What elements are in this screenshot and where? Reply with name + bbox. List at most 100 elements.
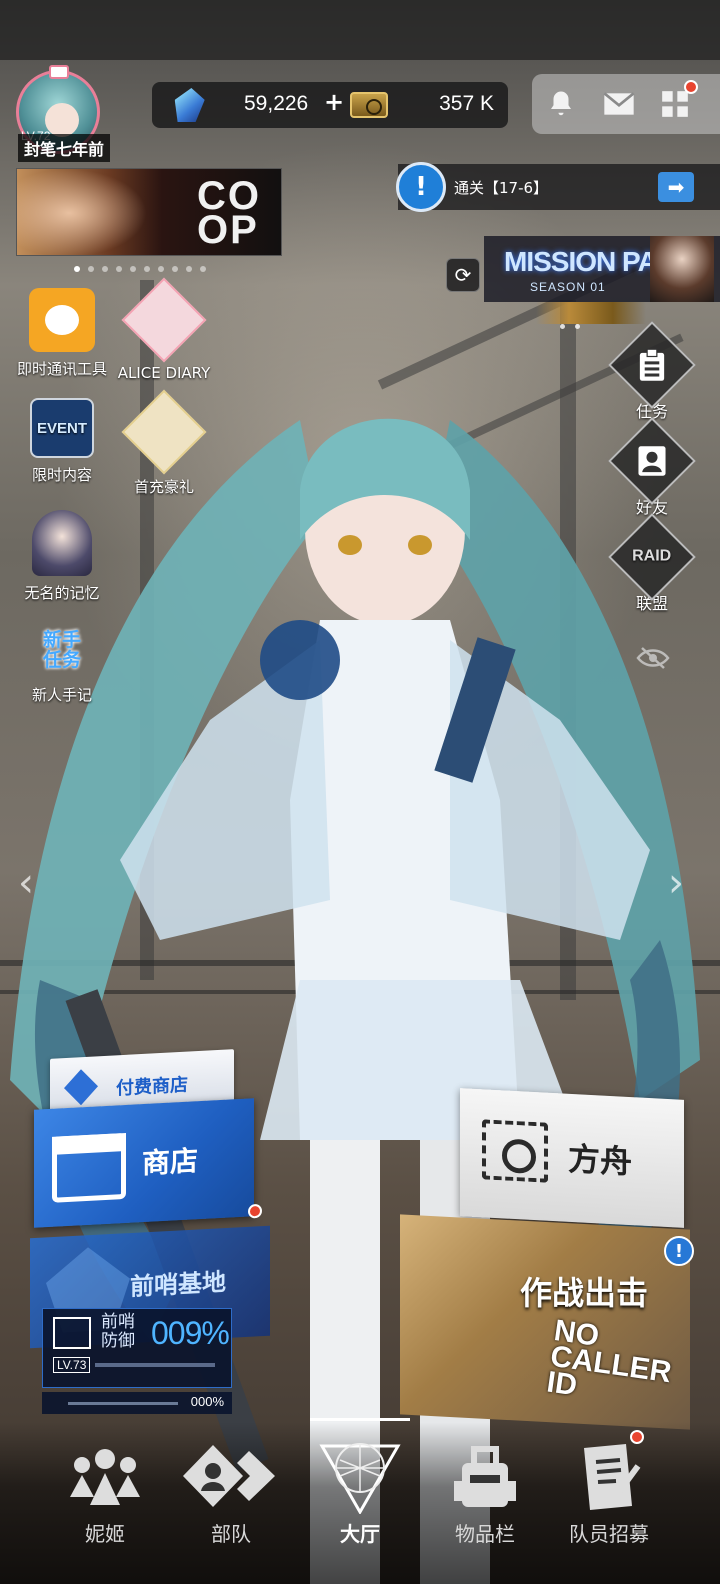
pass-page-dot[interactable] [575, 324, 580, 329]
currency-bar: 59,226 + 357 K [152, 82, 508, 128]
banner-page-dot[interactable] [88, 266, 94, 272]
banner-page-dot[interactable] [116, 266, 122, 272]
add-gems-button[interactable]: + [324, 88, 344, 116]
paid-shop-diamond-icon [64, 1068, 98, 1106]
nav-squad-label: 部队 [211, 1522, 251, 1546]
friends-diamond [608, 417, 696, 505]
friend-icon [638, 446, 666, 476]
banner-page-dot[interactable] [200, 266, 206, 272]
store-icon [52, 1132, 126, 1203]
paid-shop-label: 付费商店 [116, 1074, 188, 1100]
objective-go-button[interactable]: ➡ [658, 172, 694, 202]
nav-active-indicator [310, 1418, 410, 1421]
nav-nikke-label: 妮姬 [85, 1522, 125, 1546]
shop-button[interactable]: 商店 [34, 1098, 262, 1228]
grid-menu-icon [662, 91, 688, 117]
next-character-arrow[interactable]: › [668, 860, 684, 906]
shop-label: 商店 [142, 1144, 199, 1181]
refresh-button[interactable]: ⟳ [446, 258, 480, 292]
menu-friends[interactable]: 好友 [608, 417, 696, 518]
outpost-base-button[interactable]: 前哨基地 前哨 防御 009% LV.73 000% [30, 1225, 270, 1422]
menu-missions[interactable]: 任务 [608, 321, 696, 422]
mission-diamond [608, 321, 696, 409]
recruit-notification-dot [630, 1430, 644, 1444]
newbie-icon-text-2: 任务 [42, 649, 81, 671]
previous-character-arrow[interactable]: ‹ [18, 860, 34, 906]
banner-page-dot[interactable] [144, 266, 150, 272]
outpost-sub-progress: 000% [42, 1392, 232, 1414]
squad-icon [183, 1445, 275, 1507]
hide-ui-button[interactable] [636, 646, 670, 670]
outpost-defense-percent: 009% [151, 1315, 230, 1351]
outpost-defense-label-2: 防御 [101, 1331, 135, 1351]
mail-button[interactable] [602, 88, 636, 120]
menu-union[interactable]: RAID 联盟 [608, 513, 696, 614]
menu-newbie-notes[interactable]: 新手 任务 新人手记 [14, 622, 110, 705]
menu-messenger[interactable]: 即时通讯工具 [14, 288, 110, 379]
banner-logo-bottom: OP [197, 208, 259, 252]
nav-inventory-label: 物品栏 [455, 1522, 515, 1546]
union-diamond: RAID [608, 513, 696, 601]
outpost-defense-label-1: 前哨 [101, 1312, 135, 1332]
banner-page-dot[interactable] [158, 266, 164, 272]
mission-pass-season: SEASON 01 [530, 280, 606, 294]
player-name: 封笔七年前 [18, 134, 111, 162]
menu-nameless-memory[interactable]: 无名的记忆 [12, 510, 112, 603]
clipboard-icon [639, 348, 665, 381]
bottom-navigation: 妮姬 部队 大厅 物品栏 队员招募 [0, 1422, 720, 1584]
banner-page-dot[interactable] [74, 266, 80, 272]
banner-character-art [17, 169, 147, 255]
credit-count: 357 K [439, 92, 494, 115]
outpost-defense-label: 前哨 防御 [101, 1313, 135, 1351]
avatar-badge-icon [49, 65, 69, 79]
menu-limited-event-label: 限时内容 [31, 466, 92, 484]
mission-pass-banner[interactable]: MISSION PASS SEASON 01 [484, 236, 720, 302]
menu-newbie-notes-label: 新人手记 [31, 686, 92, 704]
menu-nameless-memory-label: 无名的记忆 [24, 584, 100, 602]
gem-count: 59,226 [244, 92, 309, 115]
menu-first-topup[interactable]: 首充豪礼 [112, 389, 216, 497]
notification-button[interactable] [544, 88, 578, 120]
banner-page-dot[interactable] [172, 266, 178, 272]
nav-nikke[interactable]: 妮姬 [50, 1440, 160, 1547]
bell-icon [551, 91, 571, 116]
outpost-level: LV.73 [53, 1357, 91, 1373]
first-topup-gift-icon [121, 389, 207, 475]
outpost-sub-percent: 000% [190, 1394, 224, 1409]
chat-bubble-icon [29, 288, 95, 352]
newbie-icon-text-1: 新手 [42, 629, 81, 651]
nav-lobby-label: 大厅 [340, 1522, 380, 1546]
inventory-icon [454, 1446, 516, 1507]
ark-button[interactable]: 方舟 [460, 1088, 684, 1228]
menu-button[interactable] [658, 80, 698, 120]
nav-lobby[interactable]: 大厅 [305, 1440, 415, 1547]
objective-alert-icon: ! [396, 162, 446, 212]
eye-slash-icon [636, 647, 670, 669]
nav-inventory[interactable]: 物品栏 [430, 1440, 540, 1547]
event-banner[interactable]: CO OP [16, 168, 282, 256]
current-objective[interactable]: ! 通关【17-6】 ➡ [396, 162, 720, 212]
menu-notification-dot [684, 80, 698, 94]
menu-limited-event[interactable]: EVENT 限时内容 [14, 398, 110, 485]
battle-title: 作战出击 [520, 1274, 649, 1312]
refresh-icon: ⟳ [454, 263, 472, 287]
scan-eye-icon [482, 1119, 548, 1183]
pass-page-dot[interactable] [560, 324, 565, 329]
outpost-defense-panel: 前哨 防御 009% LV.73 [42, 1308, 232, 1388]
nikke-icon [70, 1449, 140, 1505]
credit-icon [350, 92, 388, 118]
banner-logo: CO OP [197, 176, 261, 252]
menu-alice-diary[interactable]: ALICE DIARY [112, 277, 216, 382]
battle-sortie-button[interactable]: 作战出击 NO CALLER ID ! [400, 1214, 694, 1430]
menu-alice-diary-label: ALICE DIARY [117, 364, 211, 382]
outpost-level-bar [95, 1363, 215, 1367]
banner-page-dot[interactable] [130, 266, 136, 272]
menu-messenger-label: 即时通讯工具 [16, 360, 107, 378]
mail-icon [603, 92, 635, 115]
pass-decoration-strip [536, 302, 646, 324]
pass-pagination [560, 324, 580, 329]
banner-page-dot[interactable] [102, 266, 108, 272]
nav-squad[interactable]: 部队 [176, 1440, 286, 1547]
nav-recruit[interactable]: 队员招募 [554, 1430, 664, 1547]
banner-page-dot[interactable] [186, 266, 192, 272]
